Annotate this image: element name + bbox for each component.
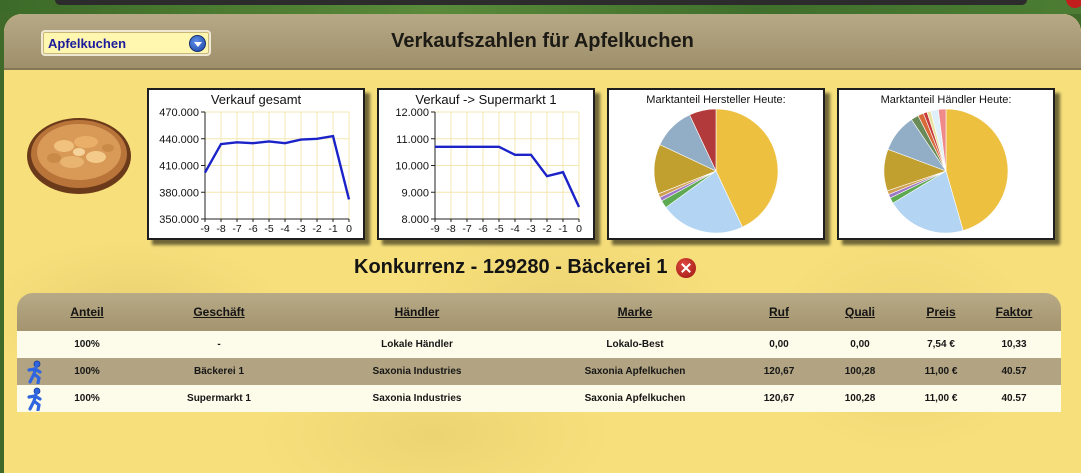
x-tick-label: -7	[232, 223, 241, 235]
x-tick-label: -2	[542, 223, 551, 235]
x-tick-label: -6	[248, 223, 257, 235]
x-tick-label: -3	[526, 223, 535, 235]
col-faktor[interactable]: Faktor	[967, 293, 1061, 331]
x-tick-label: 0	[346, 223, 352, 235]
y-tick-label: 410.000	[159, 161, 199, 173]
table-row: 100% Supermarkt 1 Saxonia Industries Sax…	[17, 385, 1061, 412]
cell-ruf: 120,67	[763, 366, 795, 377]
x-tick-label: -8	[216, 223, 225, 235]
col-geschaeft[interactable]: Geschäft	[121, 293, 317, 331]
x-tick-label: -4	[510, 223, 519, 235]
col-marke[interactable]: Marke	[517, 293, 753, 331]
table-row: 100% Bäckerei 1 Saxonia Industries Saxon…	[17, 358, 1061, 385]
x-tick-label: -8	[446, 223, 455, 235]
chart-title: Marktanteil Hersteller Heute:	[646, 94, 785, 106]
cell-faktor: 40.57	[1001, 393, 1027, 404]
chart-title: Verkauf gesamt	[211, 92, 302, 107]
top-toolbar	[55, 0, 1027, 5]
chart-total-sales-svg: Verkauf gesamt 470.000 440.000 410.000 380.0…	[159, 92, 352, 235]
runner-icon[interactable]	[17, 358, 53, 385]
sales-panel: Apfelkuchen Verkaufszahlen für Apfelkuch…	[4, 14, 1081, 473]
x-tick-label: -3	[296, 223, 305, 235]
y-tick-label: 9.000	[401, 187, 429, 199]
chart-total-sales: Verkauf gesamt 470.000 440.000 410.000 380.0…	[147, 88, 365, 240]
cell-faktor: 40.57	[1001, 366, 1027, 377]
x-tick-label: -9	[430, 223, 439, 235]
cell-haendler: Saxonia Industries	[372, 393, 462, 404]
chart-dealer-share: Marktanteil Händler Heute:	[837, 88, 1055, 240]
y-tick-label: 11.000	[396, 134, 429, 146]
competitor-heading: Konkurrenz - 129280 - Bäckerei 1	[354, 256, 696, 279]
x-tick-label: 0	[576, 223, 582, 235]
cell-marke: Saxonia Apfelkuchen	[584, 393, 686, 404]
x-tick-label: -5	[494, 223, 503, 235]
x-tick-label: -7	[462, 223, 471, 235]
y-tick-label: 350.000	[159, 214, 199, 226]
col-anteil[interactable]: Anteil	[53, 293, 121, 331]
cell-quali: 0,00	[850, 339, 870, 350]
cell-geschaeft: -	[217, 339, 221, 350]
col-haendler[interactable]: Händler	[317, 293, 517, 331]
chart-title: Verkauf -> Supermarkt 1	[415, 92, 556, 107]
y-tick-label: 8.000	[401, 214, 429, 226]
competitor-title: Konkurrenz - 129280 - Bäckerei 1	[354, 256, 668, 278]
cell-geschaeft: Supermarkt 1	[187, 393, 251, 404]
runner-icon[interactable]	[17, 385, 53, 412]
competitor-table: Anteil Geschäft Händler Marke Ruf Quali …	[17, 293, 1061, 413]
cell-preis: 7,54 €	[927, 339, 955, 350]
col-ruf[interactable]: Ruf	[753, 293, 805, 331]
y-tick-label: 470.000	[159, 107, 199, 119]
y-tick-label: 380.000	[159, 187, 199, 199]
chart-supermarket-sales: Verkauf -> Supermarkt 1 12.000 11.000 10.00…	[377, 88, 595, 240]
chart-manufacturer-share-svg: Marktanteil Hersteller Heute:	[646, 94, 786, 234]
series-line	[203, 134, 351, 200]
series-line	[435, 145, 581, 208]
cell-quali: 100,28	[844, 366, 876, 377]
y-tick-label: 10.000	[395, 161, 429, 173]
cell-preis: 11,00 €	[924, 366, 958, 377]
remove-competitor-icon[interactable]	[675, 257, 696, 278]
x-tick-label: -1	[558, 223, 567, 235]
x-tick-label: -5	[264, 223, 273, 235]
panel-header: Apfelkuchen Verkaufszahlen für Apfelkuch…	[4, 14, 1081, 70]
x-tick-label: -1	[328, 223, 337, 235]
chart-title: Marktanteil Händler Heute:	[881, 94, 1012, 106]
page-title: Verkaufszahlen für Apfelkuchen	[391, 30, 694, 52]
x-tick-label: -6	[478, 223, 487, 235]
cell-marke: Saxonia Apfelkuchen	[584, 366, 686, 377]
x-tick-label: -9	[200, 223, 209, 235]
chart-dealer-share-svg: Marktanteil Händler Heute:	[881, 94, 1012, 234]
apple-pie-image	[27, 118, 131, 194]
cell-anteil: 100%	[74, 366, 100, 377]
cell-ruf: 0,00	[769, 339, 789, 350]
cell-preis: 11,00 €	[924, 393, 958, 404]
col-quali[interactable]: Quali	[805, 293, 915, 331]
cell-geschaeft: Bäckerei 1	[193, 366, 245, 377]
x-tick-label: -2	[312, 223, 321, 235]
cell-marke: Lokalo-Best	[606, 339, 664, 350]
cell-haendler: Lokale Händler	[381, 339, 453, 350]
table-header: Anteil Geschäft Händler Marke Ruf Quali …	[17, 293, 1061, 331]
table-row: 100% - Lokale Händler Lokalo-Best 0,00 0…	[17, 331, 1061, 358]
cell-anteil: 100%	[74, 339, 100, 350]
y-tick-label: 12.000	[395, 107, 429, 119]
cell-quali: 100,28	[844, 393, 876, 404]
y-tick-label: 440.000	[159, 134, 199, 146]
col-preis[interactable]: Preis	[915, 293, 967, 331]
cell-haendler: Saxonia Industries	[372, 366, 462, 377]
cell-faktor: 10,33	[1001, 339, 1027, 350]
cell-anteil: 100%	[74, 393, 100, 404]
chart-manufacturer-share: Marktanteil Hersteller Heute:	[607, 88, 825, 240]
cell-ruf: 120,67	[763, 393, 795, 404]
chart-supermarket-sales-svg: Verkauf -> Supermarkt 112.000 11.000 10.00…	[395, 92, 582, 235]
x-tick-label: -4	[280, 223, 289, 235]
